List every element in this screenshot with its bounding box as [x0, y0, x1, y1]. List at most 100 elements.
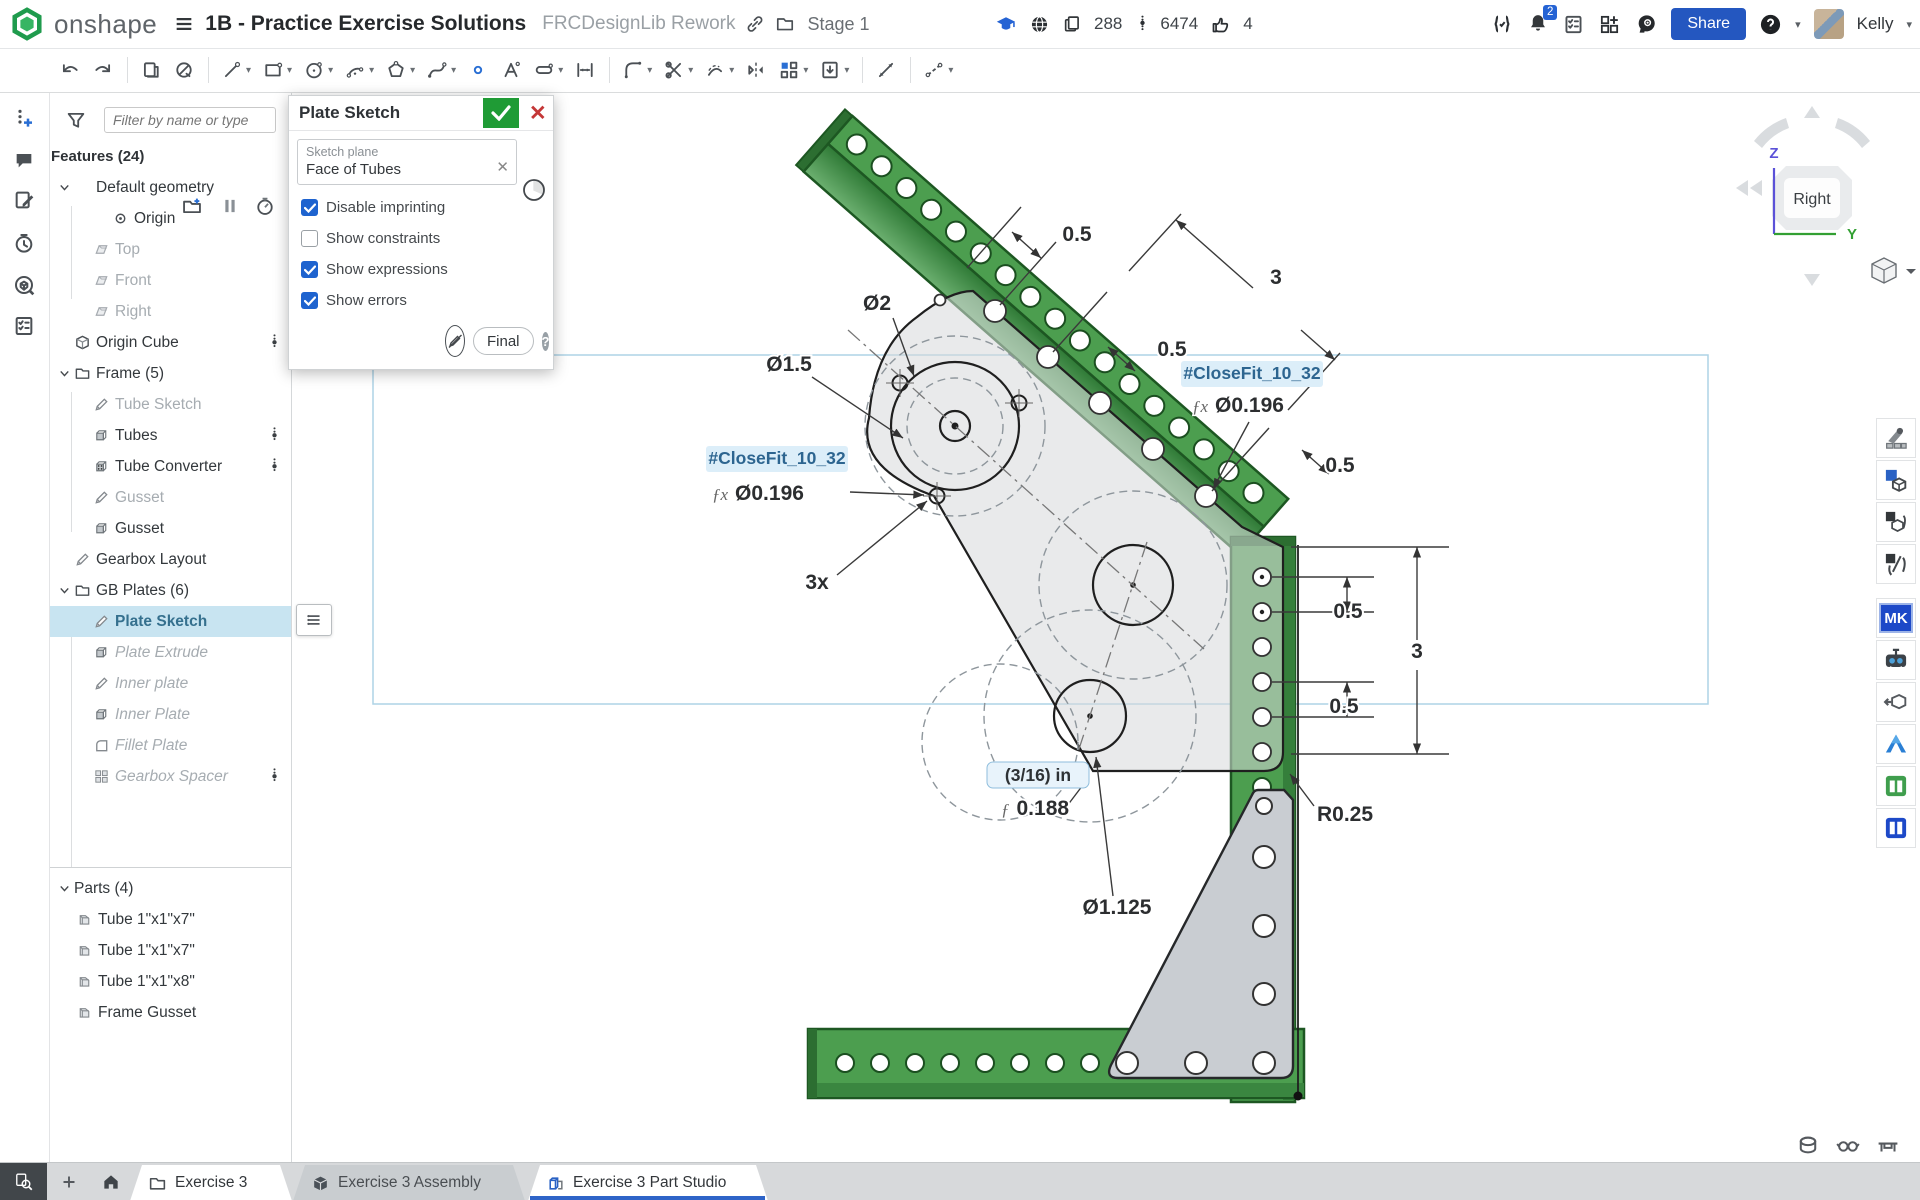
- tab-exercise-3-assembly[interactable]: Exercise 3 Assembly: [293, 1165, 525, 1200]
- dialog-accept-button[interactable]: [483, 98, 519, 128]
- view-cube[interactable]: Right Z Y: [1726, 96, 1916, 296]
- feature-gusset[interactable]: Gusset: [49, 482, 291, 513]
- grid-fx-button[interactable]: [1876, 544, 1916, 584]
- mirror-tool-button[interactable]: [743, 53, 769, 87]
- fillet-tool-button[interactable]: ▾: [620, 53, 654, 87]
- kebab-menu-icon[interactable]: [266, 333, 283, 350]
- link-icon[interactable]: [745, 14, 765, 34]
- insert-plus-icon[interactable]: [12, 106, 36, 130]
- point-tool-button[interactable]: [465, 53, 491, 87]
- part-frame-gusset[interactable]: Frame Gusset: [49, 997, 291, 1028]
- thumbs-up-icon[interactable]: [1210, 14, 1231, 35]
- checkbox-checked-icon[interactable]: [301, 261, 318, 278]
- checkbox-disable-imprinting[interactable]: Disable imprinting: [301, 199, 545, 216]
- dialog-cancel-button[interactable]: ✕: [523, 98, 549, 128]
- book-green-button[interactable]: [1876, 766, 1916, 806]
- copies-icon[interactable]: [1062, 14, 1082, 34]
- featurescript-braces-icon[interactable]: [1490, 12, 1514, 36]
- measure-tool-button[interactable]: [873, 53, 899, 87]
- section-tool-icon[interactable]: [1795, 1132, 1821, 1158]
- use-tool-button[interactable]: [138, 53, 164, 87]
- dialog-help-icon[interactable]: ?: [542, 332, 550, 351]
- expand-caret-icon[interactable]: [57, 180, 74, 195]
- checkbox-show-constraints[interactable]: Show constraints: [301, 230, 545, 247]
- part-tube-1-x1-x7-[interactable]: Tube 1"x1"x7": [49, 935, 291, 966]
- expand-caret-icon[interactable]: [57, 583, 74, 598]
- apps-grid-icon[interactable]: [1598, 13, 1621, 36]
- search-model-icon[interactable]: [12, 273, 36, 297]
- filter-icon[interactable]: [65, 109, 87, 131]
- feature-front[interactable]: Front: [49, 265, 291, 296]
- feature-plate-sketch[interactable]: Plate Sketch: [49, 606, 291, 637]
- expand-caret-icon[interactable]: [57, 366, 74, 381]
- user-caret-icon[interactable]: ▾: [1906, 18, 1912, 31]
- pattern-tool-button[interactable]: ▾: [776, 53, 810, 87]
- sketch-list-flyout-button[interactable]: [296, 604, 332, 636]
- history-icon[interactable]: [12, 231, 36, 255]
- dropdown-caret-icon[interactable]: ▾: [410, 65, 415, 76]
- public-globe-icon[interactable]: [1029, 14, 1050, 35]
- kebab-menu-icon[interactable]: [266, 457, 283, 474]
- grid-cube-convert-button[interactable]: [1876, 502, 1916, 542]
- expand-caret-icon[interactable]: [57, 881, 74, 896]
- checkbox-show-expressions[interactable]: Show expressions: [301, 261, 545, 278]
- note-edit-icon[interactable]: [12, 188, 36, 212]
- dropdown-caret-icon[interactable]: ▾: [287, 65, 292, 76]
- dropdown-caret-icon[interactable]: ▾: [647, 65, 652, 76]
- feature-frame-5-[interactable]: Frame (5): [49, 358, 291, 389]
- dropdown-caret-icon[interactable]: ▾: [451, 65, 456, 76]
- dxf-tool-button[interactable]: ▾: [817, 53, 851, 87]
- notifications-bell-icon[interactable]: 2: [1527, 12, 1549, 36]
- feature-inner-plate[interactable]: Inner Plate: [49, 699, 291, 730]
- help-caret-icon[interactable]: ▾: [1795, 18, 1801, 31]
- checkbox-checked-icon[interactable]: [301, 199, 318, 216]
- feature-gearbox-layout[interactable]: Gearbox Layout: [49, 544, 291, 575]
- bench-tool-icon[interactable]: [1875, 1132, 1901, 1158]
- release-tasks-icon[interactable]: [1562, 13, 1585, 36]
- dropdown-caret-icon[interactable]: ▾: [558, 65, 563, 76]
- dropdown-caret-icon[interactable]: ▾: [328, 65, 333, 76]
- dropdown-caret-icon[interactable]: ▾: [948, 65, 953, 76]
- arc-tool-button[interactable]: ▾: [342, 53, 376, 87]
- comment-icon[interactable]: [12, 148, 36, 172]
- dropdown-caret-icon[interactable]: ▾: [729, 65, 734, 76]
- feature-origin-cube[interactable]: Origin Cube: [49, 327, 291, 358]
- final-button[interactable]: Final: [473, 327, 534, 355]
- cube-export-button[interactable]: [1876, 682, 1916, 722]
- home-tab-button[interactable]: [96, 1167, 126, 1197]
- glasses-tool-icon[interactable]: [1835, 1132, 1861, 1158]
- frame-gusset[interactable]: [1109, 790, 1293, 1078]
- sketch-orientation-icon[interactable]: [522, 178, 546, 207]
- checkbox-checked-icon[interactable]: [301, 292, 318, 309]
- feature-gearbox-spacer[interactable]: Gearbox Spacer: [49, 761, 291, 792]
- checkbox-unchecked-icon[interactable]: [301, 230, 318, 247]
- avatar[interactable]: [1814, 9, 1844, 39]
- feature-origin[interactable]: Origin: [49, 203, 291, 234]
- dropdown-caret-icon[interactable]: ▾: [844, 65, 849, 76]
- sketch-only-toggle-button[interactable]: [445, 325, 465, 357]
- feature-inner-plate[interactable]: Inner plate: [49, 668, 291, 699]
- workspace-name[interactable]: Stage 1: [807, 14, 869, 35]
- circle-tool-button[interactable]: ▾: [301, 53, 335, 87]
- dimension-tool-button[interactable]: [572, 53, 598, 87]
- mk-badge-button[interactable]: MK: [1876, 598, 1916, 638]
- parts-heading-row[interactable]: Parts (4): [49, 873, 291, 904]
- book-blue-button[interactable]: [1876, 808, 1916, 848]
- share-button[interactable]: Share: [1671, 8, 1746, 40]
- rect-tool-button[interactable]: ▾: [260, 53, 294, 87]
- intersect-tool-button[interactable]: [171, 53, 197, 87]
- workspace-folder-icon[interactable]: [775, 14, 795, 34]
- spline-tool-button[interactable]: ▾: [424, 53, 458, 87]
- user-name[interactable]: Kelly: [1857, 14, 1894, 34]
- sketch-plane-field[interactable]: Sketch plane Face of Tubes ✕: [297, 139, 517, 185]
- robot-button[interactable]: [1876, 640, 1916, 680]
- search-tabs-button[interactable]: [0, 1163, 47, 1200]
- polygon-tool-button[interactable]: ▾: [383, 53, 417, 87]
- tasks-icon[interactable]: [12, 314, 36, 338]
- line-tool-button[interactable]: ▾: [219, 53, 253, 87]
- dropdown-caret-icon[interactable]: ▾: [246, 65, 251, 76]
- checkbox-show-errors[interactable]: Show errors: [301, 292, 545, 309]
- hamburger-menu-icon[interactable]: [173, 13, 195, 35]
- feature-plate-extrude[interactable]: Plate Extrude: [49, 637, 291, 668]
- learning-center-icon[interactable]: [1634, 12, 1658, 36]
